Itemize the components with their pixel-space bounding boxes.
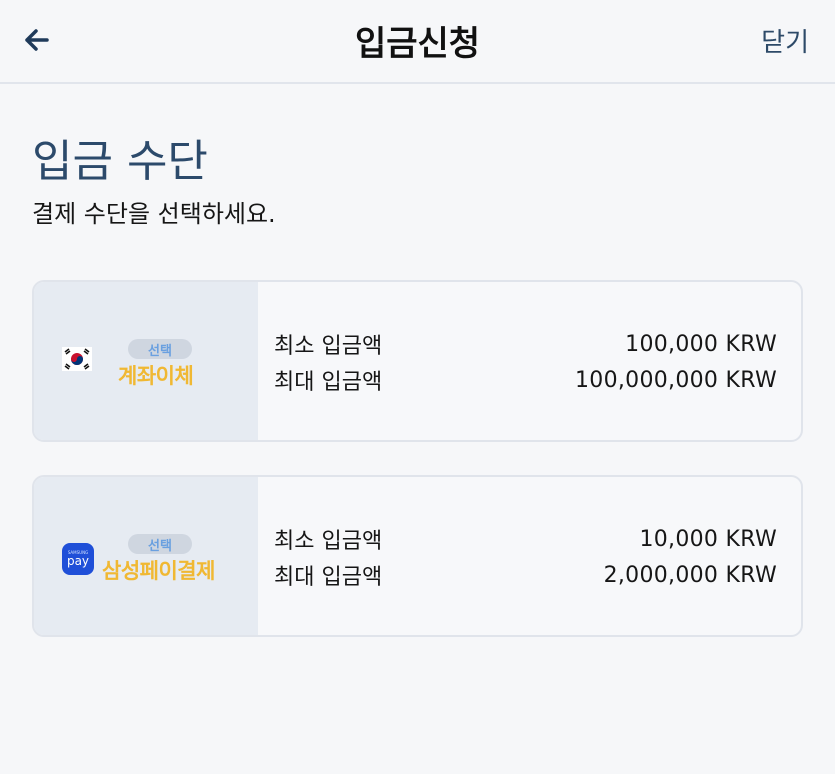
samsung-pay-icon: SAMSUNG pay (62, 543, 94, 575)
max-deposit-row: 최대 입금액 2,000,000 KRW (274, 557, 777, 593)
section-subtitle: 결제 수단을 선택하세요. (32, 200, 276, 228)
close-button[interactable]: 닫기 (761, 22, 809, 59)
max-deposit-value: 100,000,000 KRW (574, 367, 777, 393)
method-limits: 최소 입금액 10,000 KRW 최대 입금액 2,000,000 KRW (258, 477, 801, 635)
method-card-samsung-pay[interactable]: SAMSUNG pay 선택 삼성페이결제 최소 입금액 10,000 KRW … (32, 475, 803, 637)
max-deposit-label: 최대 입금액 (274, 565, 383, 590)
method-card-bank-transfer[interactable]: 선택 계좌이체 최소 입금액 100,000 KRW 최대 입금액 100,00… (32, 280, 803, 442)
method-logo-panel: 선택 계좌이체 (34, 282, 258, 440)
method-logo-panel: SAMSUNG pay 선택 삼성페이결제 (34, 477, 258, 635)
korea-flag-icon (62, 347, 92, 371)
top-bar: 입금신청 닫기 (0, 0, 835, 84)
section-title: 입금 수단 (32, 136, 208, 187)
min-deposit-value: 100,000 KRW (625, 331, 777, 357)
max-deposit-value: 2,000,000 KRW (603, 562, 777, 588)
select-badge: 선택 (128, 534, 192, 554)
method-name: 삼성페이결제 (102, 559, 215, 583)
max-deposit-label: 최대 입금액 (274, 370, 383, 395)
min-deposit-label: 최소 입금액 (274, 334, 383, 359)
min-deposit-row: 최소 입금액 10,000 KRW (274, 521, 777, 557)
min-deposit-row: 최소 입금액 100,000 KRW (274, 326, 777, 362)
min-deposit-label: 최소 입금액 (274, 529, 383, 554)
method-name: 계좌이체 (118, 364, 194, 388)
method-limits: 최소 입금액 100,000 KRW 최대 입금액 100,000,000 KR… (258, 282, 801, 440)
min-deposit-value: 10,000 KRW (639, 526, 777, 552)
max-deposit-row: 최대 입금액 100,000,000 KRW (274, 362, 777, 398)
pay-icon-text: pay (66, 554, 90, 568)
select-badge: 선택 (128, 339, 192, 359)
page-title: 입금신청 (354, 24, 481, 64)
